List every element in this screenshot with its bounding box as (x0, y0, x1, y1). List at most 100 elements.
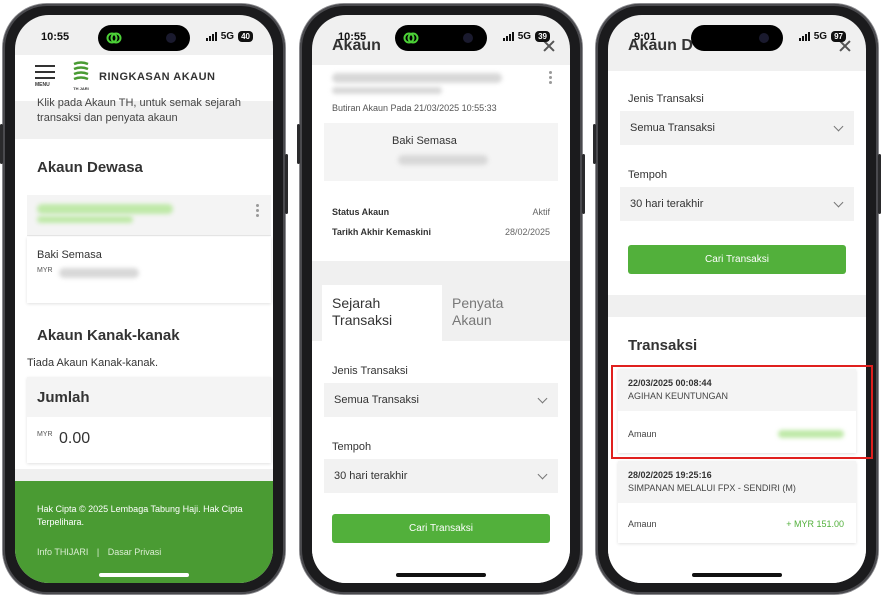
adult-account-row[interactable] (27, 195, 271, 236)
th-logo: TH JARI (71, 61, 91, 91)
search-transactions-button[interactable]: Cari Transaksi (628, 245, 846, 274)
period-select[interactable]: 30 hari terakhir (324, 459, 558, 493)
dynamic-island (98, 25, 190, 51)
status-time: 9:01 (634, 31, 657, 43)
tab-history-label: Sejarah Transaksi (332, 295, 393, 328)
phone-frame-1: 10:55 5G 40 MENU TH JARI RINGKASAN AKAUN… (0, 4, 288, 594)
period-select-value: 30 hari terakhir (334, 470, 408, 482)
network-label: 5G (220, 31, 235, 42)
battery-icon: 40 (238, 31, 253, 42)
details-timestamp: Butiran Akaun Pada 21/03/2025 10:55:33 (332, 103, 497, 113)
adult-accounts-heading: Akaun Dewasa (37, 159, 143, 176)
total-card: Jumlah MYR 0.00 (27, 377, 271, 463)
transactions-heading: Transaksi (628, 337, 698, 354)
home-indicator (692, 573, 782, 577)
type-select-value: Semua Transaksi (334, 394, 419, 406)
total-currency: MYR (37, 431, 53, 438)
menu-label: MENU (35, 82, 50, 88)
phone-frame-2: 10:55 5G 39 Akaun Butiran Akaun Pada 21/… (297, 4, 585, 594)
header-title: RINGKASAN AKAUN (99, 71, 216, 83)
logo-label: TH JARI (73, 86, 89, 91)
network-label: 5G (813, 31, 828, 42)
transaction-search-panel: Sejarah Transaksi Penyata Akaun Jenis Tr… (312, 279, 570, 583)
transaction-datetime: 28/02/2025 19:25:16 (628, 470, 712, 480)
account-details-card: Butiran Akaun Pada 21/03/2025 10:55:33 B… (312, 65, 570, 261)
accounts-panel: Akaun Dewasa Baki Semasa MYR Akaun Kanak… (15, 139, 273, 469)
chevron-down-icon (833, 197, 844, 208)
balance-label: Baki Semasa (392, 135, 457, 147)
type-label: Jenis Transaksi (628, 93, 704, 105)
balance-value-redacted (398, 155, 488, 165)
status-value: Aktif (532, 207, 550, 217)
status-label: Status Akaun (332, 207, 390, 217)
tab-transaction-history[interactable]: Sejarah Transaksi (322, 285, 442, 341)
type-select[interactable]: Semua Transaksi (324, 383, 558, 417)
signal-icon (205, 32, 217, 41)
search-transactions-button[interactable]: Cari Transaksi (332, 514, 550, 543)
total-heading: Jumlah (37, 389, 90, 406)
transaction-item[interactable]: 28/02/2025 19:25:16 SIMPANAN MELALUI FPX… (618, 461, 856, 543)
total-value: 0.00 (59, 430, 91, 447)
dynamic-island (691, 25, 783, 51)
no-child-text: Tiada Akaun Kanak-kanak. (27, 357, 159, 369)
signal-icon (798, 32, 810, 41)
transaction-amount: + MYR 151.00 (786, 519, 844, 529)
chevron-down-icon (833, 121, 844, 132)
tab-statement-label: Penyata Akaun (452, 295, 504, 328)
highlight-box (611, 365, 873, 459)
more-options-icon[interactable] (256, 204, 259, 219)
updated-label: Tarikh Akhir Kemaskini (332, 227, 432, 237)
home-indicator (99, 573, 189, 577)
period-select[interactable]: 30 hari terakhir (620, 187, 854, 221)
period-select-value: 30 hari terakhir (630, 198, 704, 210)
period-label: Tempoh (628, 169, 668, 181)
app-header: MENU TH JARI RINGKASAN AKAUN (15, 55, 273, 101)
type-select[interactable]: Semua Transaksi (620, 111, 854, 145)
th-logo-icon (73, 61, 89, 81)
transaction-description: SIMPANAN MELALUI FPX - SENDIRI (M) (628, 483, 796, 493)
hamburger-icon (35, 65, 55, 79)
app-indicator-icon (403, 32, 419, 44)
intro-section: Klik pada Akaun TH, untuk semak sejarah … (15, 97, 273, 135)
more-options-icon[interactable] (549, 71, 552, 86)
account-number-redacted (332, 87, 442, 94)
footer-copyright: Hak Cipta © 2025 Lembaga Tabung Haji. Ha… (37, 504, 243, 527)
status-time: 10:55 (41, 31, 70, 43)
account-name-redacted (332, 73, 502, 83)
phone-screen-2: 10:55 5G 39 Akaun Butiran Akaun Pada 21/… (312, 15, 570, 583)
child-accounts-heading: Akaun Kanak-kanak (37, 327, 180, 344)
battery-icon: 39 (535, 31, 550, 42)
adult-balance-card: Baki Semasa MYR (27, 237, 271, 303)
info-thijari-link[interactable]: Info THIJARI (37, 547, 88, 557)
type-select-value: Semua Transaksi (630, 122, 715, 134)
app-indicator-icon (106, 32, 122, 44)
phone-screen-3: 9:01 5G 97 Akaun D Jenis Transaksi Semua… (608, 15, 866, 583)
intro-text: Klik pada Akaun TH, untuk semak sejarah … (37, 97, 242, 124)
balance-value-redacted (59, 268, 139, 278)
footer-divider: | (96, 547, 100, 557)
phone-screen-1: 10:55 5G 40 MENU TH JARI RINGKASAN AKAUN… (15, 15, 273, 583)
transaction-filter-panel: Jenis Transaksi Semua Transaksi Tempoh 3… (608, 71, 866, 295)
type-label: Jenis Transaksi (332, 365, 408, 377)
menu-button[interactable]: MENU (35, 65, 55, 88)
account-name-redacted (37, 204, 173, 214)
home-indicator (396, 573, 486, 577)
network-label: 5G (517, 31, 532, 42)
balance-label: Baki Semasa (37, 249, 102, 261)
balance-box: Baki Semasa (324, 123, 558, 181)
chevron-down-icon (537, 393, 548, 404)
privacy-policy-link[interactable]: Dasar Privasi (108, 547, 162, 557)
balance-currency: MYR (37, 267, 53, 274)
battery-icon: 97 (831, 31, 846, 42)
status-time: 10:55 (338, 31, 367, 43)
account-number-redacted (37, 216, 133, 223)
chevron-down-icon (537, 469, 548, 480)
dynamic-island (395, 25, 487, 51)
period-label: Tempoh (332, 441, 372, 453)
tab-account-statement[interactable]: Penyata Akaun (442, 285, 570, 341)
footer: Hak Cipta © 2025 Lembaga Tabung Haji. Ha… (15, 481, 273, 583)
signal-icon (502, 32, 514, 41)
updated-value: 28/02/2025 (504, 227, 550, 237)
phone-frame-3: 9:01 5G 97 Akaun D Jenis Transaksi Semua… (593, 4, 881, 594)
transaction-amount-label: Amaun (628, 519, 657, 529)
